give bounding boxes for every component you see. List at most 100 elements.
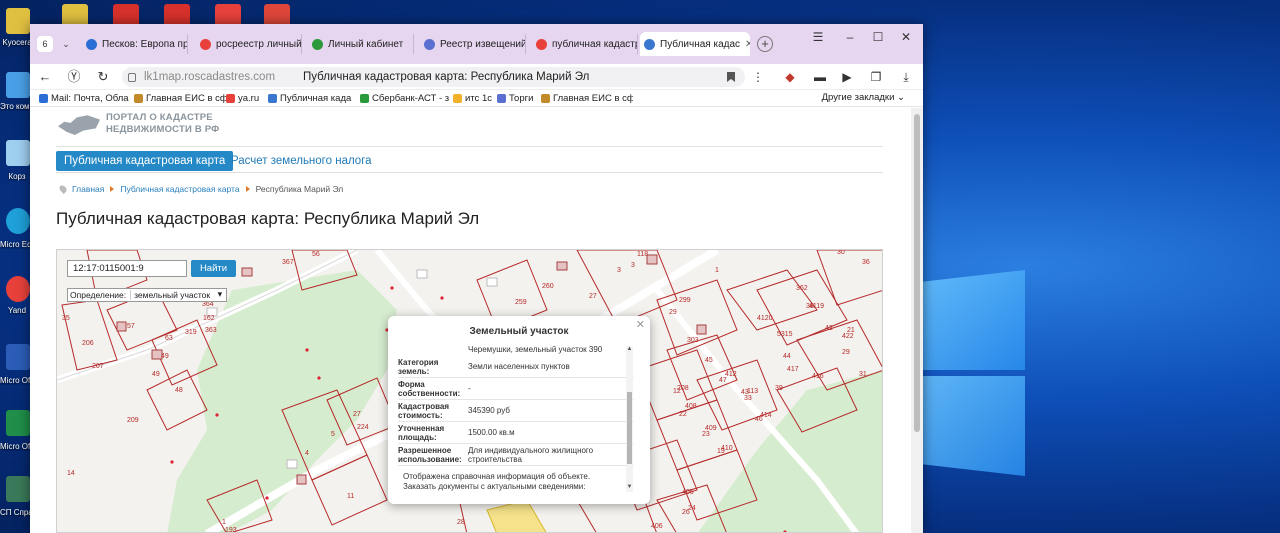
definition-select[interactable]: Определение: земельный участок — [67, 288, 228, 302]
tab[interactable]: росреестр личный к — [196, 34, 302, 54]
breadcrumb: Главная Публичная кадастровая карта Респ… — [58, 184, 343, 194]
edge-icon[interactable] — [6, 208, 30, 234]
close-tab-icon[interactable]: ✕ — [745, 39, 750, 50]
tab-active[interactable]: Публичная кадас ✕ — [640, 32, 750, 56]
tab-count-button[interactable]: 6 — [37, 36, 53, 52]
parcel-number-label: 31 — [859, 371, 867, 378]
breadcrumb-map[interactable]: Публичная кадастровая карта — [120, 184, 239, 194]
tab-label: Песков: Европа пре — [102, 38, 188, 50]
bookmark-item[interactable]: итс 1с — [453, 93, 497, 104]
parcel-number-label: 362 — [796, 285, 808, 292]
search-button[interactable]: Найти — [191, 260, 236, 277]
parcel-number-label: 5315 — [777, 331, 793, 338]
parcel-number-label: 406 — [651, 523, 663, 530]
bookmark-item[interactable]: Главная ЕИС в сф — [134, 93, 226, 104]
tab[interactable]: Реестр извещений — [420, 34, 526, 54]
bookmark-label: Главная ЕИС в сф — [146, 92, 226, 104]
selected-parcel[interactable] — [486, 499, 547, 533]
tab-bar: 6 ⌄ Песков: Европа пре росреестр личный … — [30, 24, 923, 64]
popup-content[interactable]: Черемушки, земельный участок 390 Категор… — [398, 346, 634, 466]
bookmark-favicon-icon — [453, 93, 462, 103]
parcel-number-label: 4 — [305, 450, 309, 457]
excel-icon[interactable] — [6, 410, 30, 436]
parcel-number-label: 405 — [682, 489, 694, 496]
cadastral-map[interactable]: 56 367 3 30 36 57 206 63 49 48 35 49 1 260 259 27 299 29 3… — [56, 249, 883, 533]
parcel-number-label: 28 — [457, 519, 465, 526]
bookmark-icon[interactable] — [727, 72, 735, 82]
minimize-button[interactable]: – — [838, 30, 862, 44]
search-input[interactable]: 12:17:0115001:9 — [67, 260, 187, 277]
bookmark-item[interactable]: Торги — [497, 93, 541, 104]
reload-button[interactable]: ↻ — [95, 69, 111, 85]
url-field[interactable]: lk1map.roscadastres.com Публичная кадаст… — [122, 67, 745, 87]
bookmark-item[interactable]: Главная ЕИС в сф — [541, 93, 633, 104]
parcel-number-label: 319 — [185, 329, 197, 336]
parcel-number-label: 45 — [705, 357, 713, 364]
page-scrollbar-thumb[interactable] — [914, 114, 920, 432]
breadcrumb-separator-icon — [110, 186, 115, 192]
menu-icon[interactable]: ☰ — [806, 30, 830, 44]
page-scrollbar[interactable] — [911, 108, 923, 533]
parcel-number-label: 408 — [685, 403, 697, 410]
scroll-down-icon[interactable]: ▼ — [626, 484, 633, 490]
breadcrumb-home[interactable]: Главная — [72, 184, 104, 194]
parcel-number-label: 36 — [862, 259, 870, 266]
popup-scrollbar[interactable]: ▲ ▼ — [626, 346, 633, 492]
download-icon[interactable]: ⤓ — [898, 69, 914, 85]
nav-tab-land-tax[interactable]: Расчет земельного налога — [231, 151, 372, 171]
bookmark-item[interactable]: Публичная када — [268, 93, 360, 104]
nav-tab-cadastral-map[interactable]: Публичная кадастровая карта — [56, 151, 234, 171]
parcel-number-label: 417 — [787, 366, 799, 373]
bookmark-label: Главная ЕИС в сф — [553, 92, 633, 104]
bookmark-item[interactable]: Сбербанк-АСТ - з — [360, 93, 453, 104]
popup-address: Черемушки, земельный участок 390 — [468, 346, 603, 354]
parcel-number-label: 49 — [152, 371, 160, 378]
bookmark-item[interactable]: ya.ru — [226, 93, 268, 104]
collections-icon[interactable]: ❐ — [868, 69, 884, 85]
parcel-number-label: 209 — [127, 417, 139, 424]
media-icon[interactable]: ▶ — [839, 69, 855, 85]
maximize-button[interactable]: ☐ — [866, 30, 890, 44]
bookmark-label: Публичная када — [280, 92, 352, 104]
tab-favicon-icon — [536, 38, 547, 50]
site-logo[interactable]: ПОРТАЛ О КАДАСТРЕ НЕДВИЖИМОСТИ В РФ — [58, 112, 220, 136]
scroll-up-icon[interactable]: ▲ — [626, 346, 633, 352]
word-icon[interactable] — [6, 344, 30, 370]
bookmark-item[interactable]: Mail: Почта, Обла — [39, 93, 134, 104]
yandex-icon[interactable] — [6, 276, 30, 302]
tab-label: публичная кадастр — [552, 38, 638, 50]
extension-icon[interactable]: ◆ — [782, 69, 798, 85]
new-tab-button[interactable]: + — [757, 36, 773, 52]
parcel-number-label: 364 — [202, 301, 214, 308]
chevron-down-icon[interactable]: ⌄ — [58, 36, 74, 52]
extension-icon[interactable]: ▬ — [812, 69, 828, 85]
parcel-number-label: 260 — [542, 283, 554, 290]
parcel-number-label: 207 — [92, 363, 104, 370]
parcel-number-label: 412 — [725, 371, 737, 378]
folder-icon[interactable] — [6, 8, 30, 34]
computer-icon[interactable] — [6, 72, 30, 98]
bookmark-label: Mail: Почта, Обла — [51, 92, 129, 104]
app-icon[interactable] — [6, 476, 30, 502]
popup-scrollbar-thumb[interactable] — [627, 392, 632, 464]
parcel-number-label: 48 — [175, 387, 183, 394]
other-bookmarks-button[interactable]: Другие закладки ⌄ — [822, 92, 905, 103]
bookmark-favicon-icon — [134, 93, 143, 103]
bookmark-label: ya.ru — [238, 92, 260, 104]
more-icon[interactable]: ⋮ — [750, 69, 766, 85]
popup-row-value: - — [468, 384, 471, 393]
tab-label: Реестр извещений — [440, 38, 526, 50]
recycle-bin-icon[interactable] — [6, 140, 30, 166]
yandex-button[interactable]: Ⓨ — [66, 69, 82, 85]
divider — [56, 146, 883, 147]
parcel-number-label: 14 — [67, 470, 75, 477]
location-pin-icon — [58, 184, 68, 194]
bookmark-label: Сбербанк-АСТ - з — [372, 92, 450, 104]
popup-row-key: Кадастровая стоимость: — [398, 401, 450, 420]
tab[interactable]: публичная кадастр — [532, 34, 638, 54]
tab[interactable]: Песков: Европа пре — [82, 34, 188, 54]
close-window-button[interactable]: ✕ — [894, 30, 918, 44]
tab[interactable]: Личный кабинет — [308, 34, 414, 54]
parcel-number-label: 4120 — [757, 315, 773, 322]
back-button[interactable]: ← — [37, 69, 53, 85]
